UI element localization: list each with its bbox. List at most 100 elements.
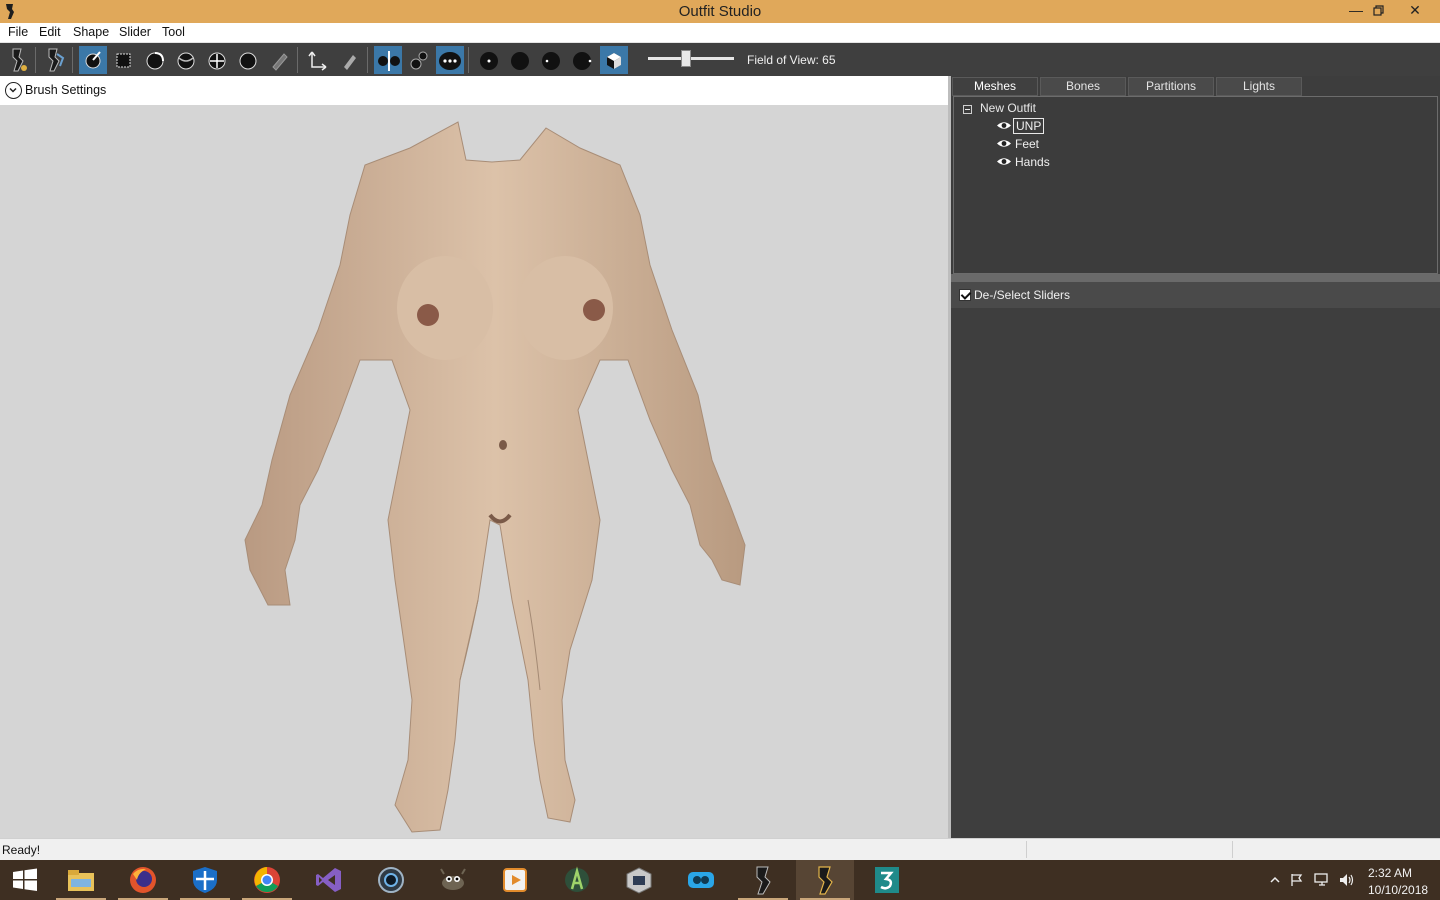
connected-only-icon: [439, 52, 461, 70]
select-brush-button[interactable]: [79, 46, 107, 74]
menu-file[interactable]: File: [8, 25, 28, 39]
chevron-up-icon[interactable]: [1270, 875, 1280, 885]
eye-icon[interactable]: [996, 138, 1012, 149]
tree-item-feet[interactable]: Feet: [996, 136, 1116, 153]
brush-size-large-button[interactable]: [537, 46, 565, 74]
restore-button[interactable]: [1362, 0, 1396, 23]
status-text: Ready!: [2, 843, 41, 857]
title-bar: Outfit Studio — ✕: [0, 0, 1440, 23]
cube-view-button[interactable]: [600, 46, 628, 74]
chrome-icon: [254, 867, 280, 893]
status-divider: [1232, 841, 1233, 858]
visual-studio-icon: [316, 868, 341, 892]
weight-brush-button[interactable]: [265, 46, 293, 74]
menu-shape[interactable]: Shape: [73, 25, 109, 39]
taskbar-file-explorer[interactable]: [52, 860, 110, 900]
tree-item-label: Feet: [1015, 137, 1040, 151]
inflate-brush-button[interactable]: [141, 46, 169, 74]
body-model: [244, 121, 746, 833]
outfit-shape-icon: [48, 48, 65, 72]
panel-splitter[interactable]: [951, 274, 1440, 282]
menu-bar: File Edit Shape Slider Tool: [0, 23, 1440, 43]
tab-lights[interactable]: Lights: [1216, 77, 1302, 96]
toolbar-separator: [72, 47, 73, 73]
firefox-icon: [130, 867, 156, 893]
clock-time[interactable]: 2:32 AM: [1368, 866, 1412, 880]
brush-size-large-icon: [542, 52, 560, 70]
3d-viewport[interactable]: [0, 105, 948, 838]
brush-size-medium-button[interactable]: [506, 46, 534, 74]
close-button[interactable]: ✕: [1392, 0, 1438, 23]
window-title: Outfit Studio: [678, 3, 762, 20]
field-of-view-slider-track[interactable]: [648, 57, 734, 60]
clock-date[interactable]: 10/10/2018: [1368, 883, 1428, 897]
eye-icon[interactable]: [996, 156, 1012, 167]
minimize-icon: —: [1349, 2, 1363, 18]
menu-slider[interactable]: Slider: [119, 25, 151, 39]
ref-shape-button[interactable]: [4, 46, 32, 74]
tab-partitions[interactable]: Partitions: [1128, 77, 1214, 96]
taskbar-outfit-studio[interactable]: [796, 860, 854, 900]
webcam-icon: [378, 867, 404, 893]
gimp-icon: [440, 868, 466, 890]
taskbar-windows-defender[interactable]: [176, 860, 234, 900]
android-studio-icon: [565, 866, 589, 892]
taskbar-chrome[interactable]: [238, 860, 296, 900]
ref-shape-icon: [12, 48, 27, 72]
taskbar-webcam[interactable]: [362, 860, 420, 900]
taskbar-virtualbox[interactable]: [610, 860, 668, 900]
taskbar: 2:32 AM 10/10/2018: [0, 860, 1440, 900]
taskbar-visual-studio[interactable]: [300, 860, 358, 900]
field-of-view-label: Field of View: 65: [747, 53, 836, 67]
taskbar-loop-app[interactable]: [672, 860, 730, 900]
taskbar-media-player[interactable]: [486, 860, 544, 900]
brush-size-small-icon: [480, 52, 498, 70]
brush-settings-header[interactable]: Brush Settings: [0, 76, 948, 105]
flag-icon[interactable]: [1290, 873, 1304, 887]
status-bar: Ready!: [0, 838, 1440, 860]
field-of-view-slider-thumb[interactable]: [681, 50, 691, 67]
network-icon[interactable]: [1314, 873, 1330, 887]
vertex-select-button[interactable]: [405, 46, 433, 74]
tree-item-label: UNP: [1013, 118, 1045, 134]
tab-meshes[interactable]: Meshes: [952, 77, 1038, 96]
outfit-studio-ref-icon: [756, 866, 771, 895]
brush-size-xlarge-button[interactable]: [568, 46, 596, 74]
start-icon: [13, 868, 37, 891]
mirror-x-button[interactable]: [374, 46, 402, 74]
start-button[interactable]: [0, 860, 48, 900]
chevron-down-circle-icon[interactable]: [5, 82, 22, 99]
pivot-pen-button[interactable]: [335, 46, 363, 74]
taskbar-outfit-studio-ref[interactable]: [734, 860, 792, 900]
volume-icon[interactable]: [1339, 873, 1355, 887]
mask-brush-icon: [116, 53, 131, 68]
file-explorer-icon: [68, 870, 94, 891]
transform-button[interactable]: [304, 46, 332, 74]
mask-brush-button[interactable]: [110, 46, 138, 74]
menu-tool[interactable]: Tool: [162, 25, 185, 39]
toolbar-separator: [297, 47, 298, 73]
outfit-shape-button[interactable]: [41, 46, 69, 74]
taskbar-gimp[interactable]: [424, 860, 482, 900]
tree-item-unp[interactable]: UNP: [996, 118, 1116, 135]
move-brush-button[interactable]: [203, 46, 231, 74]
panel-tabs: Meshes Bones Partitions Lights: [951, 76, 1440, 96]
tree-root-label[interactable]: New Outfit: [980, 101, 1036, 115]
brush-size-small-button[interactable]: [475, 46, 503, 74]
connected-only-button[interactable]: [436, 46, 464, 74]
tree-item-hands[interactable]: Hands: [996, 154, 1116, 171]
mirror-x-icon: [378, 51, 400, 71]
taskbar-3ds-max[interactable]: [858, 860, 916, 900]
inflate-brush-icon: [146, 52, 164, 70]
taskbar-android-studio[interactable]: [548, 860, 606, 900]
deflate-brush-button[interactable]: [172, 46, 200, 74]
tab-bones[interactable]: Bones: [1040, 77, 1126, 96]
virtualbox-icon: [626, 867, 652, 894]
menu-edit[interactable]: Edit: [39, 25, 61, 39]
weight-brush-icon: [272, 53, 288, 71]
eye-icon[interactable]: [996, 120, 1012, 131]
collapse-icon[interactable]: [963, 105, 972, 114]
taskbar-firefox[interactable]: [114, 860, 172, 900]
select-sliders-checkbox[interactable]: [959, 289, 971, 301]
smooth-brush-button[interactable]: [234, 46, 262, 74]
